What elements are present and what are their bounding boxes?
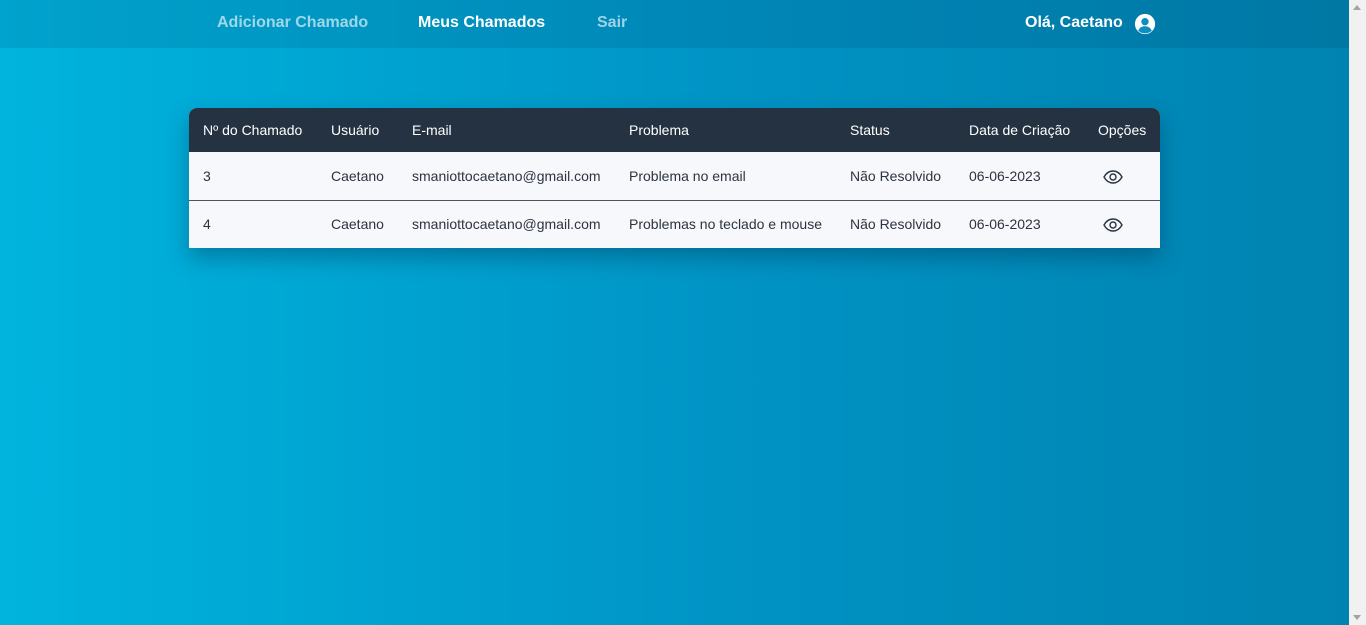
cell-problem: Problemas no teclado e mouse (615, 199, 836, 248)
cell-email: smaniottocaetano@gmail.com (412, 167, 601, 184)
cell-options (1084, 152, 1160, 200)
scroll-up-arrow-icon[interactable] (1353, 5, 1361, 10)
column-header-user: Usuário (331, 122, 380, 138)
column-header-status: Status (850, 122, 890, 138)
tickets-table: Nº do Chamado Usuário E-mail Problema St… (189, 108, 1160, 248)
column-header-options: Opções (1098, 122, 1147, 138)
cell-user: Caetano (331, 167, 384, 184)
cell-created-date: 06-06-2023 (969, 167, 1041, 184)
cell-user: Caetano (317, 199, 398, 248)
column-header-problem: Problema (629, 122, 689, 138)
nav-link-add-ticket[interactable]: Adicionar Chamado (217, 14, 368, 32)
cell-options (1084, 199, 1160, 248)
column-header-ticket-number: Nº do Chamado (203, 122, 303, 138)
eye-icon[interactable] (1103, 218, 1123, 233)
user-circle-icon[interactable] (1134, 13, 1156, 35)
cell-email: smaniottocaetano@gmail.com (398, 199, 615, 248)
table-row: 3 Caetano smaniottocaetano@gmail.com Pro… (189, 152, 1160, 200)
top-navbar: Adicionar Chamado Meus Chamados Sair Olá… (0, 0, 1349, 48)
column-header-created-date: Data de Criação (969, 122, 1071, 138)
column-header-email: E-mail (412, 122, 452, 138)
cell-ticket-number: 4 (189, 199, 317, 248)
cell-problem: Problema no email (629, 167, 746, 184)
cell-status: Não Resolvido (836, 199, 955, 248)
cell-ticket-number: 3 (203, 167, 211, 184)
vertical-scrollbar[interactable] (1349, 0, 1366, 625)
scroll-down-arrow-icon[interactable] (1353, 615, 1361, 620)
cell-status: Não Resolvido (850, 167, 942, 184)
eye-icon[interactable] (1103, 170, 1123, 184)
table-row: 4 Caetano smaniottocaetano@gmail.com Pro… (189, 199, 1160, 248)
nav-link-my-tickets[interactable]: Meus Chamados (418, 14, 545, 32)
cell-created-date: 06-06-2023 (955, 199, 1084, 248)
user-greeting: Olá, Caetano (1025, 14, 1123, 31)
tickets-table-card: Nº do Chamado Usuário E-mail Problema St… (189, 108, 1160, 248)
table-header-row: Nº do Chamado Usuário E-mail Problema St… (189, 108, 1160, 152)
page-background: Adicionar Chamado Meus Chamados Sair Olá… (0, 0, 1349, 625)
nav-link-logout[interactable]: Sair (597, 14, 627, 32)
